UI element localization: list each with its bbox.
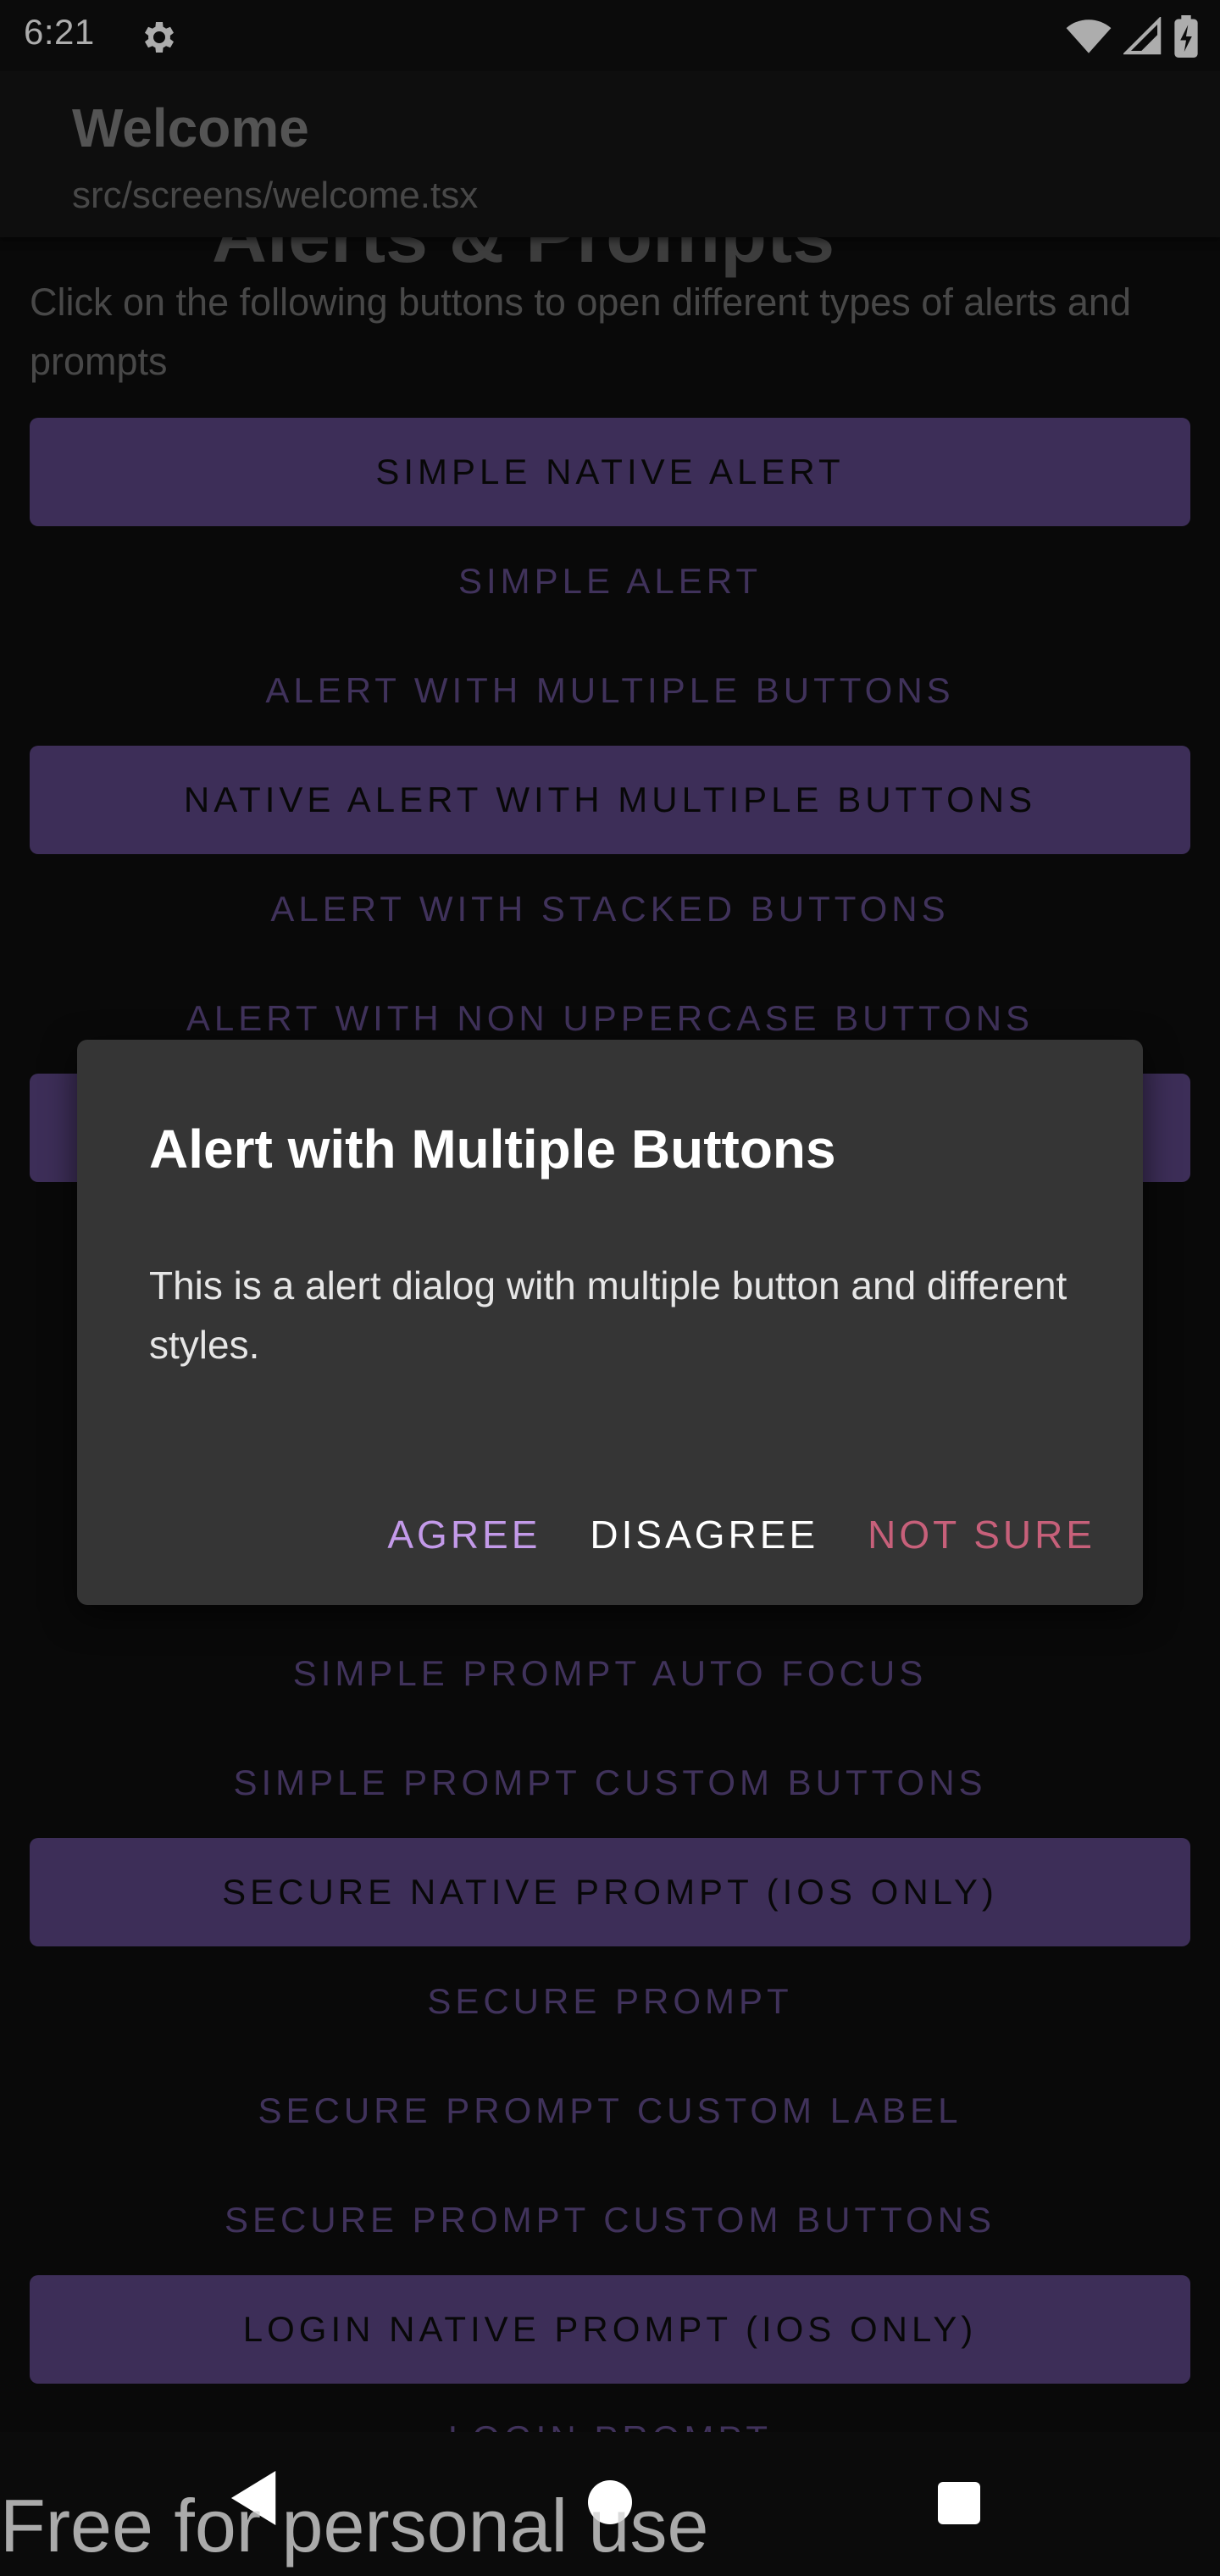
dialog-actions: AGREE DISAGREE NOT SURE (387, 1512, 1095, 1557)
dialog-title: Alert with Multiple Buttons (149, 1119, 836, 1180)
dialog-message: This is a alert dialog with multiple but… (149, 1263, 1068, 1367)
watermark-text: Free for personal use (0, 2484, 709, 2568)
recent-apps-icon[interactable] (938, 2482, 980, 2524)
disagree-button[interactable]: DISAGREE (590, 1512, 818, 1557)
not-sure-button[interactable]: NOT SURE (868, 1512, 1095, 1557)
alert-dialog: Alert with Multiple Buttons This is a al… (77, 1040, 1143, 1605)
agree-button[interactable]: AGREE (387, 1512, 541, 1557)
